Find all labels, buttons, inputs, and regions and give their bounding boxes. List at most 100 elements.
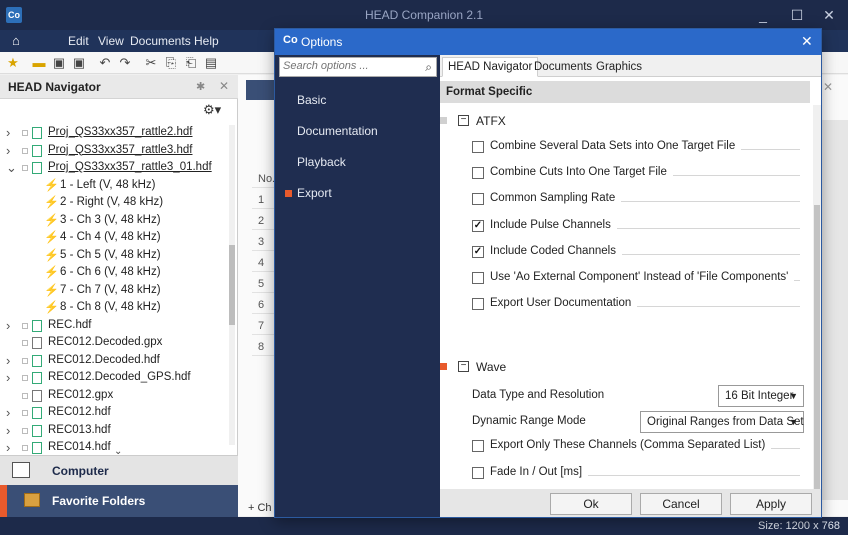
tree-item[interactable]: › REC.hdf <box>0 317 236 334</box>
checkbox[interactable]: ✓ <box>472 219 484 232</box>
dynamic-range-select[interactable]: Original Ranges from Data Set ▼ <box>640 411 804 433</box>
option-checkbox-row[interactable]: ✓ Include Pulse Channels <box>472 217 802 237</box>
tree-item[interactable]: ⚡ 5 - Ch 5 (V, 48 kHz) <box>0 247 236 264</box>
checkbox-icon[interactable] <box>22 357 28 364</box>
document-icon[interactable]: ▤ <box>202 54 220 72</box>
pin-icon[interactable]: ✱ <box>196 80 205 93</box>
checkbox[interactable]: ✓ <box>472 245 484 258</box>
checkbox-icon[interactable] <box>22 427 28 434</box>
checkbox-icon[interactable] <box>22 340 28 346</box>
tree-item[interactable]: ⚡ 4 - Ch 4 (V, 48 kHz) <box>0 229 236 246</box>
dialog-close-icon[interactable]: ✕ <box>801 33 813 50</box>
option-checkbox-row[interactable]: Export User Documentation <box>472 295 802 315</box>
chevron-right-icon[interactable]: › <box>6 439 10 456</box>
category-documentation[interactable]: Documentation <box>275 116 440 146</box>
search-icon[interactable]: ⌕ <box>425 60 432 75</box>
cut-icon[interactable]: ✂ <box>142 54 160 72</box>
checkbox-icon[interactable] <box>22 375 28 381</box>
data-type-select[interactable]: 16 Bit Integer ▼ <box>718 385 804 407</box>
ok-button[interactable]: Ok <box>550 493 632 515</box>
tree-item[interactable]: ⌄ Proj_QS33xx357_rattle3_01.hdf <box>0 159 236 176</box>
chevron-right-icon[interactable]: › <box>6 124 10 141</box>
option-checkbox-row[interactable]: Export Only These Channels (Comma Separa… <box>472 437 802 457</box>
checkbox-icon[interactable] <box>22 445 28 451</box>
chevron-right-icon[interactable]: › <box>6 352 10 369</box>
option-checkbox-row[interactable]: ✓ Include Coded Channels <box>472 243 802 263</box>
tree-item[interactable]: › REC012.Decoded.hdf <box>0 352 236 369</box>
checkbox-icon[interactable] <box>22 130 28 136</box>
option-checkbox-row[interactable]: Fade In / Out [ms] <box>472 464 802 484</box>
chevron-down-icon[interactable]: ⌄ <box>6 159 17 176</box>
menu-help[interactable]: Help <box>194 34 219 48</box>
tree-item[interactable]: › REC012.Decoded_GPS.hdf <box>0 369 236 386</box>
home-icon[interactable]: ⌂ <box>12 33 20 48</box>
tab-head-navigator[interactable]: HEAD Navigator <box>442 57 539 77</box>
checkbox[interactable] <box>472 167 484 180</box>
tree-item[interactable]: REC012.Decoded.gpx <box>0 334 236 351</box>
tab-documents[interactable]: Documents <box>528 57 598 77</box>
folder-open-icon[interactable]: ▬ <box>30 54 48 72</box>
tree-item[interactable]: › Proj_QS33xx357_rattle3.hdf <box>0 142 236 159</box>
atfx-group-header[interactable]: − ATFX <box>440 111 810 131</box>
menu-view[interactable]: View <box>98 34 124 48</box>
menu-documents[interactable]: Documents <box>130 34 191 48</box>
copy-icon[interactable]: ⎘ <box>162 54 180 72</box>
tree-item[interactable]: ⚡ 8 - Ch 8 (V, 48 kHz) <box>0 299 236 316</box>
option-checkbox-row[interactable]: Common Sampling Rate <box>472 190 802 210</box>
collapse-toggle[interactable]: − <box>458 361 469 372</box>
save-all-icon[interactable]: ▣ <box>70 54 88 72</box>
close-button[interactable]: ✕ <box>812 0 846 30</box>
tree-item[interactable]: › REC012.hdf <box>0 404 236 421</box>
option-checkbox-row[interactable]: Combine Cuts Into One Target File <box>472 164 802 184</box>
cancel-button[interactable]: Cancel <box>640 493 722 515</box>
document-close-icon[interactable]: ✕ <box>823 80 833 94</box>
tree-item[interactable]: ⚡ 2 - Right (V, 48 kHz) <box>0 194 236 211</box>
category-export[interactable]: Export <box>275 178 440 208</box>
option-checkbox-row[interactable]: Use 'Ao External Component' Instead of '… <box>472 269 802 289</box>
gear-icon[interactable]: ⚙▾ <box>203 102 221 118</box>
checkbox-icon[interactable] <box>22 410 28 416</box>
add-channel-button[interactable]: + Ch <box>248 502 272 514</box>
navigator-close-icon[interactable]: ✕ <box>219 79 229 93</box>
document-tab[interactable] <box>246 80 276 100</box>
tree-item[interactable]: › Proj_QS33xx357_rattle2.hdf <box>0 124 236 141</box>
checkbox[interactable] <box>472 193 484 206</box>
chevron-right-icon[interactable]: › <box>6 142 10 159</box>
paste-icon[interactable]: ⎗ <box>182 54 200 72</box>
checkbox[interactable] <box>472 298 484 311</box>
chevron-right-icon[interactable]: › <box>6 317 10 334</box>
tree-item[interactable]: ⚡ 1 - Left (V, 48 kHz) <box>0 177 236 194</box>
tree-item[interactable]: ⚡ 6 - Ch 6 (V, 48 kHz) <box>0 264 236 281</box>
search-options-input[interactable] <box>283 60 413 72</box>
tree-item[interactable]: REC012.gpx <box>0 387 236 404</box>
computer-button[interactable]: Computer <box>0 455 238 485</box>
favorite-star-icon[interactable]: ★ <box>4 54 22 72</box>
tree-item[interactable]: ⚡ 3 - Ch 3 (V, 48 kHz) <box>0 212 236 229</box>
checkbox-icon[interactable] <box>22 392 28 399</box>
menu-edit[interactable]: Edit <box>68 34 89 48</box>
redo-icon[interactable]: ↷ <box>116 54 134 72</box>
chevron-right-icon[interactable]: › <box>6 369 10 386</box>
checkbox[interactable] <box>472 466 484 479</box>
favorite-folders-button[interactable]: Favorite Folders <box>0 485 238 517</box>
checkbox[interactable] <box>472 272 484 284</box>
navigator-scroll-thumb[interactable] <box>229 245 235 325</box>
chevron-right-icon[interactable]: › <box>6 422 10 439</box>
checkbox-icon[interactable] <box>22 165 28 171</box>
checkbox[interactable] <box>472 440 484 452</box>
undo-icon[interactable]: ↶ <box>96 54 114 72</box>
tab-graphics[interactable]: Graphics <box>590 57 648 77</box>
save-icon[interactable]: ▣ <box>50 54 68 72</box>
search-box[interactable]: ⌕ <box>279 57 437 77</box>
collapse-toggle[interactable]: − <box>458 115 469 126</box>
category-basic[interactable]: Basic <box>275 85 440 115</box>
maximize-button[interactable]: ☐ <box>780 0 814 30</box>
checkbox-icon[interactable] <box>22 147 28 154</box>
tree-item[interactable]: › REC013.hdf <box>0 422 236 439</box>
minimize-button[interactable]: _ <box>746 0 780 30</box>
category-playback[interactable]: Playback <box>275 147 440 177</box>
settings-scroll-thumb[interactable] <box>814 205 820 505</box>
tree-item[interactable]: ⚡ 7 - Ch 7 (V, 48 kHz) <box>0 282 236 299</box>
checkbox[interactable] <box>472 141 484 153</box>
wave-group-header[interactable]: − Wave <box>440 357 810 377</box>
